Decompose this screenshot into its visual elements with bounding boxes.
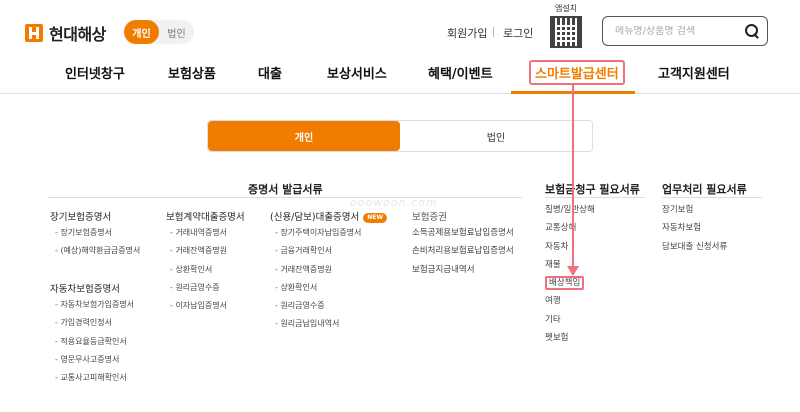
list-item[interactable]: 거래잔액증명원 [170,242,227,260]
col-head-long-term[interactable]: 장기보험증명서 [50,209,111,223]
main-nav: 인터넷창구 보험상품 대출 보상서비스 혜택/이벤트 스마트발급센터 고객지원센… [0,60,800,94]
list-item[interactable]: 질병/일반상해 [545,201,595,219]
list-item[interactable]: 영문무사고증명서 [55,351,134,369]
list-item[interactable]: 상환확인서 [170,261,227,279]
list-item[interactable]: 담보대출 신청서류 [662,238,727,256]
segment-corporate[interactable]: 법인 [159,20,194,44]
list-item[interactable]: 이자납입증명서 [170,297,227,315]
list-item[interactable]: 펫보험 [545,329,595,347]
list-item-highlighted[interactable]: 배상책임 [545,274,595,292]
list-item[interactable]: 금융거래확인서 [275,242,361,260]
liability-highlight: 배상책임 [545,276,585,291]
col-head-policy-loan[interactable]: 보험계약대출증명서 [166,209,245,223]
list-credit-loan: 장기주택이자납입증명서 금융거래확인서 거래잔액증명원 상환확인서 원리금영수증… [275,224,361,334]
list-item[interactable]: 손비처리용보험료납입증명서 [412,242,514,260]
certificates-section-title: 증명서 발급서류 [248,183,323,196]
list-item[interactable]: 기타 [545,311,595,329]
qr-code-icon [550,16,582,48]
certificates-divider [48,197,522,198]
list-item[interactable]: 교통상해 [545,219,595,237]
hyundai-logo-icon [25,24,43,42]
toggle-corporate[interactable]: 법인 [400,121,592,151]
list-policy: 소득공제용보험료납입증명서 손비처리용보험료납입증명서 보험금지급내역서 [412,224,514,279]
list-item[interactable]: 재물 [545,256,595,274]
list-item[interactable]: 가입경력인정서 [55,314,134,332]
list-item[interactable]: 보험금지급내역서 [412,261,514,279]
business-section-title: 업무처리 필요서류 [662,183,747,196]
nav-item-insurance-products[interactable]: 보험상품 [168,63,216,82]
logo-text: 현대해상 [49,25,106,44]
nav-active-underline [511,91,635,94]
list-item[interactable]: 소득공제용보험료납입증명서 [412,224,514,242]
list-item[interactable]: 자동차보험가입증명서 [55,296,134,314]
segment-personal[interactable]: 개인 [124,20,159,44]
list-item[interactable]: (예상)해약환급금증명서 [55,242,140,260]
list-item[interactable]: 장기보험증명서 [55,224,140,242]
list-item[interactable]: 교통사고피해확인서 [55,369,134,387]
toggle-personal[interactable]: 개인 [208,121,400,151]
claim-divider [545,197,645,198]
nav-item-internet-counter[interactable]: 인터넷창구 [65,63,125,82]
list-item[interactable]: 거래잔액증명원 [275,261,361,279]
logo[interactable]: 현대해상 [25,21,106,45]
list-auto: 자동차보험가입증명서 가입경력인정서 적용요율등급확인서 영문무사고증명서 교통… [55,296,134,387]
app-install-label: 앱설치 [554,4,578,13]
nav-item-compensation[interactable]: 보상서비스 [327,63,387,82]
list-item[interactable]: 거래내역증명서 [170,224,227,242]
list-policy-loan: 거래내역증명서 거래잔액증명원 상환확인서 원리금영수증 이자납입증명서 [170,224,227,315]
customer-type-toggle: 개인 법인 [124,20,194,44]
new-badge: NEW [363,212,388,223]
list-item[interactable]: 원리금영수증 [170,279,227,297]
login-link[interactable]: 로그인 [503,25,533,41]
claim-section-title: 보험금청구 필요서류 [545,183,640,196]
nav-item-customer-support[interactable]: 고객지원센터 [658,63,730,82]
list-item[interactable]: 원리금납입내역서 [275,315,361,333]
util-divider [493,27,494,37]
col-head-policy[interactable]: 보험증권 [412,209,447,223]
list-item[interactable]: 적용요율등급확인서 [55,333,134,351]
issuance-type-toggle: 개인 법인 [207,120,593,152]
list-item[interactable]: 자동차 [545,238,595,256]
app-install-qr[interactable]: 앱설치 [549,3,583,48]
col-head-credit-loan[interactable]: (신용/담보)대출증명서 NEW [270,209,388,223]
nav-item-smart-issuance[interactable]: 스마트발급센터 [529,60,625,85]
search-input[interactable] [615,25,745,37]
nav-item-loans[interactable]: 대출 [258,63,282,82]
list-item[interactable]: 상환확인서 [275,279,361,297]
col-head-credit-loan-label: (신용/담보)대출증명서 [270,212,360,223]
business-divider [662,197,762,198]
nav-item-benefits-events[interactable]: 혜택/이벤트 [428,63,493,82]
search-box [602,16,768,46]
list-business: 장기보험 자동차보험 담보대출 신청서류 [662,201,727,256]
list-item[interactable]: 장기주택이자납입증명서 [275,224,361,242]
list-long-term: 장기보험증명서 (예상)해약환급금증명서 [55,224,140,261]
list-item[interactable]: 자동차보험 [662,219,727,237]
list-item[interactable]: 여행 [545,292,595,310]
search-icon[interactable] [745,24,759,38]
signup-link[interactable]: 회원가입 [447,25,487,41]
list-item[interactable]: 원리금영수증 [275,297,361,315]
list-claim: 질병/일반상해 교통상해 자동차 재물 배상책임 여행 기타 펫보험 [545,201,595,347]
col-head-auto[interactable]: 자동차보험증명서 [50,281,120,295]
list-item[interactable]: 장기보험 [662,201,727,219]
